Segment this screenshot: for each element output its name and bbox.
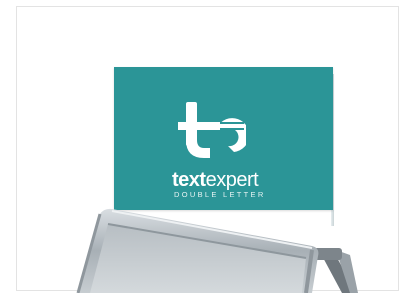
brand-tagline: DOUBLE LETTER [174, 190, 266, 199]
a-board-stand [76, 208, 358, 293]
brand-light: expert [205, 169, 259, 191]
brand-name: textexpert [172, 169, 262, 191]
product-photo: textexpert DOUBLE LETTER [0, 0, 401, 293]
te-logo-mark [178, 102, 246, 158]
brand-bold: text [172, 169, 206, 191]
